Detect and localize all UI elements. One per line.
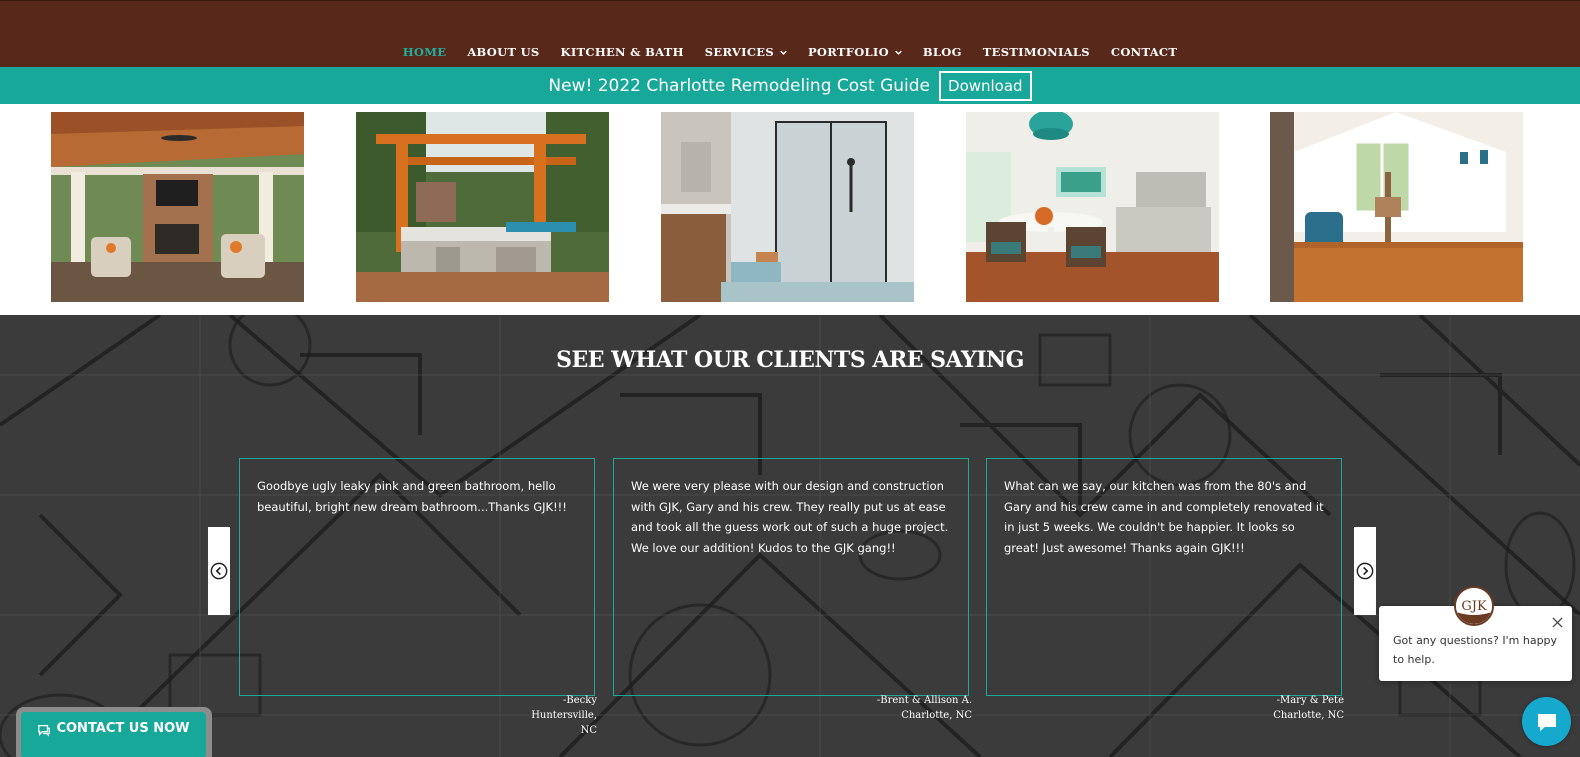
gallery-photo-shower[interactable]: [661, 112, 914, 302]
site-header: HOME ABOUT US KITCHEN & BATH SERVICES PO…: [0, 0, 1580, 67]
nav-label: PORTFOLIO: [807, 45, 889, 59]
porch-image: [51, 112, 304, 302]
nav-item-about-us[interactable]: ABOUT US: [467, 45, 539, 59]
chat-icon: [38, 724, 51, 737]
nav-label: HOME: [402, 45, 447, 59]
shower-image: [661, 112, 914, 302]
chat-launcher-button[interactable]: [1522, 697, 1571, 746]
chevron-left-icon: [210, 562, 228, 580]
nav-label: KITCHEN & BATH: [560, 45, 684, 59]
nav-item-services[interactable]: SERVICES: [705, 45, 787, 59]
nav-item-portfolio[interactable]: PORTFOLIO: [808, 45, 902, 59]
contact-us-label: CONTACT US NOW: [56, 721, 190, 736]
testimonial-author: -Mary & Pete Charlotte, NC: [1222, 693, 1344, 723]
chevron-right-icon: [1356, 562, 1374, 580]
author-location: Huntersville,: [531, 710, 597, 721]
main-navigation: HOME ABOUT US KITCHEN & BATH SERVICES PO…: [0, 45, 1580, 59]
author-location-state: NC: [580, 725, 597, 736]
testimonial-text: We were very please with our design and …: [631, 479, 949, 556]
previous-slide-button[interactable]: [208, 527, 230, 615]
author-name: -Becky: [563, 695, 597, 706]
gallery-photo-porch[interactable]: [51, 112, 304, 302]
gallery-photo-bonus-room[interactable]: [1270, 112, 1523, 302]
nav-label: BLOG: [922, 45, 962, 59]
testimonials-section: SEE WHAT OUR CLIENTS ARE SAYING Goodbye …: [0, 315, 1580, 757]
nav-label: SERVICES: [704, 45, 774, 59]
nav-item-testimonials[interactable]: TESTIMONIALS: [983, 45, 1090, 59]
download-button[interactable]: Download: [939, 70, 1032, 101]
contact-button-frame: CONTACT US NOW: [16, 707, 212, 757]
testimonial-author: -Becky Huntersville, NC: [497, 693, 597, 738]
chat-avatar: GJK: [1454, 586, 1494, 626]
kitchen-image: [966, 112, 1219, 302]
pergola-image: [356, 112, 609, 302]
bonus-room-image: [1270, 112, 1523, 302]
promo-banner: New! 2022 Charlotte Remodeling Cost Guid…: [0, 67, 1580, 104]
testimonial-card: We were very please with our design and …: [613, 458, 969, 696]
close-icon[interactable]: [1552, 617, 1563, 628]
gallery-photo-kitchen[interactable]: [966, 112, 1219, 302]
testimonials-title: SEE WHAT OUR CLIENTS ARE SAYING: [556, 347, 1024, 373]
author-name: -Mary & Pete: [1276, 695, 1344, 706]
testimonial-card: Goodbye ugly leaky pink and green bathro…: [239, 458, 595, 696]
gallery-photo-pergola[interactable]: [356, 112, 609, 302]
chat-message: Got any questions? I'm happy to help.: [1393, 634, 1558, 666]
contact-us-button[interactable]: CONTACT US NOW: [21, 712, 206, 757]
chat-bubble-icon: [1537, 713, 1556, 731]
author-location: Charlotte, NC: [1273, 710, 1344, 721]
testimonial-card: What can we say, our kitchen was from th…: [986, 458, 1342, 696]
nav-item-kitchen-bath[interactable]: KITCHEN & BATH: [561, 45, 684, 59]
nav-item-contact[interactable]: CONTACT: [1111, 45, 1177, 59]
next-slide-button[interactable]: [1354, 527, 1376, 615]
nav-item-blog[interactable]: BLOG: [923, 45, 962, 59]
nav-label: CONTACT: [1110, 45, 1178, 59]
gjk-logo-icon: GJK: [1456, 588, 1492, 624]
author-location: Charlotte, NC: [901, 710, 972, 721]
project-gallery: [0, 104, 1580, 315]
avatar-text: GJK: [1461, 599, 1487, 614]
testimonial-text: What can we say, our kitchen was from th…: [1004, 479, 1324, 556]
nav-item-home[interactable]: HOME: [403, 45, 447, 59]
nav-label: ABOUT US: [467, 45, 540, 59]
chevron-down-icon: [895, 50, 902, 55]
promo-text: New! 2022 Charlotte Remodeling Cost Guid…: [548, 75, 931, 96]
nav-label: TESTIMONIALS: [982, 45, 1090, 59]
author-name: -Brent & Allison A.: [876, 695, 972, 706]
chevron-down-icon: [780, 50, 787, 55]
testimonial-author: -Brent & Allison A. Charlotte, NC: [850, 693, 972, 723]
testimonial-text: Goodbye ugly leaky pink and green bathro…: [257, 479, 567, 514]
